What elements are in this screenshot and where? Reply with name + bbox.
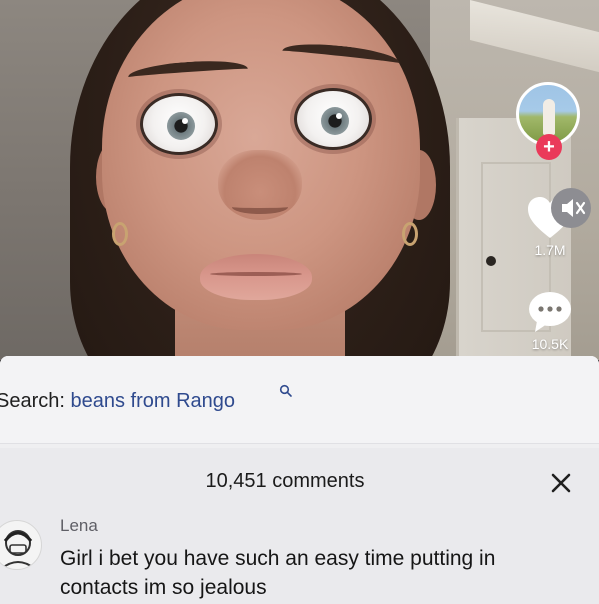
search-suggestion[interactable]: Search: beans from Rango [0,356,599,444]
video-player[interactable] [0,0,599,360]
comment-text: Girl i bet you have such an easy time pu… [60,547,496,599]
comments-button[interactable]: 10.5K [520,290,580,352]
comment-bubble-icon [529,292,571,332]
comment-item[interactable]: Lena Girl i bet you have such an easy ti… [0,506,599,604]
comment-count-badge: 10.5K [531,336,569,352]
door-knob [486,256,496,266]
comments-total: 10,451 comments [205,470,365,492]
iris-left [167,112,195,140]
like-count: 1.7M [534,242,566,258]
commenter-avatar[interactable] [0,520,42,570]
search-icon [279,384,292,397]
close-icon [551,473,571,493]
comment-author[interactable]: Lena [60,516,98,536]
search-suggestion-text[interactable]: Search: beans from Rango [0,390,235,413]
search-label: Search: [0,390,65,412]
earring-left [112,222,128,246]
close-comments-button[interactable] [546,468,576,498]
search-query-link[interactable]: beans from Rango [71,390,236,412]
iris-right [321,107,349,135]
person-lips [200,254,312,300]
follow-button[interactable]: + [536,134,562,160]
comments-panel: Search: beans from Rango 10,451 comments… [0,356,599,604]
avatar-sketch-icon [0,530,36,569]
mute-button[interactable] [551,188,591,228]
earring-right [402,222,418,246]
avatar-figure [543,99,555,135]
eye-left [140,93,218,155]
eye-right [294,88,372,150]
muted-speaker-icon [562,199,586,217]
creator-avatar-button[interactable]: + [516,82,580,160]
person-nostrils [232,200,288,214]
comments-header: 10,451 comments [0,448,599,512]
